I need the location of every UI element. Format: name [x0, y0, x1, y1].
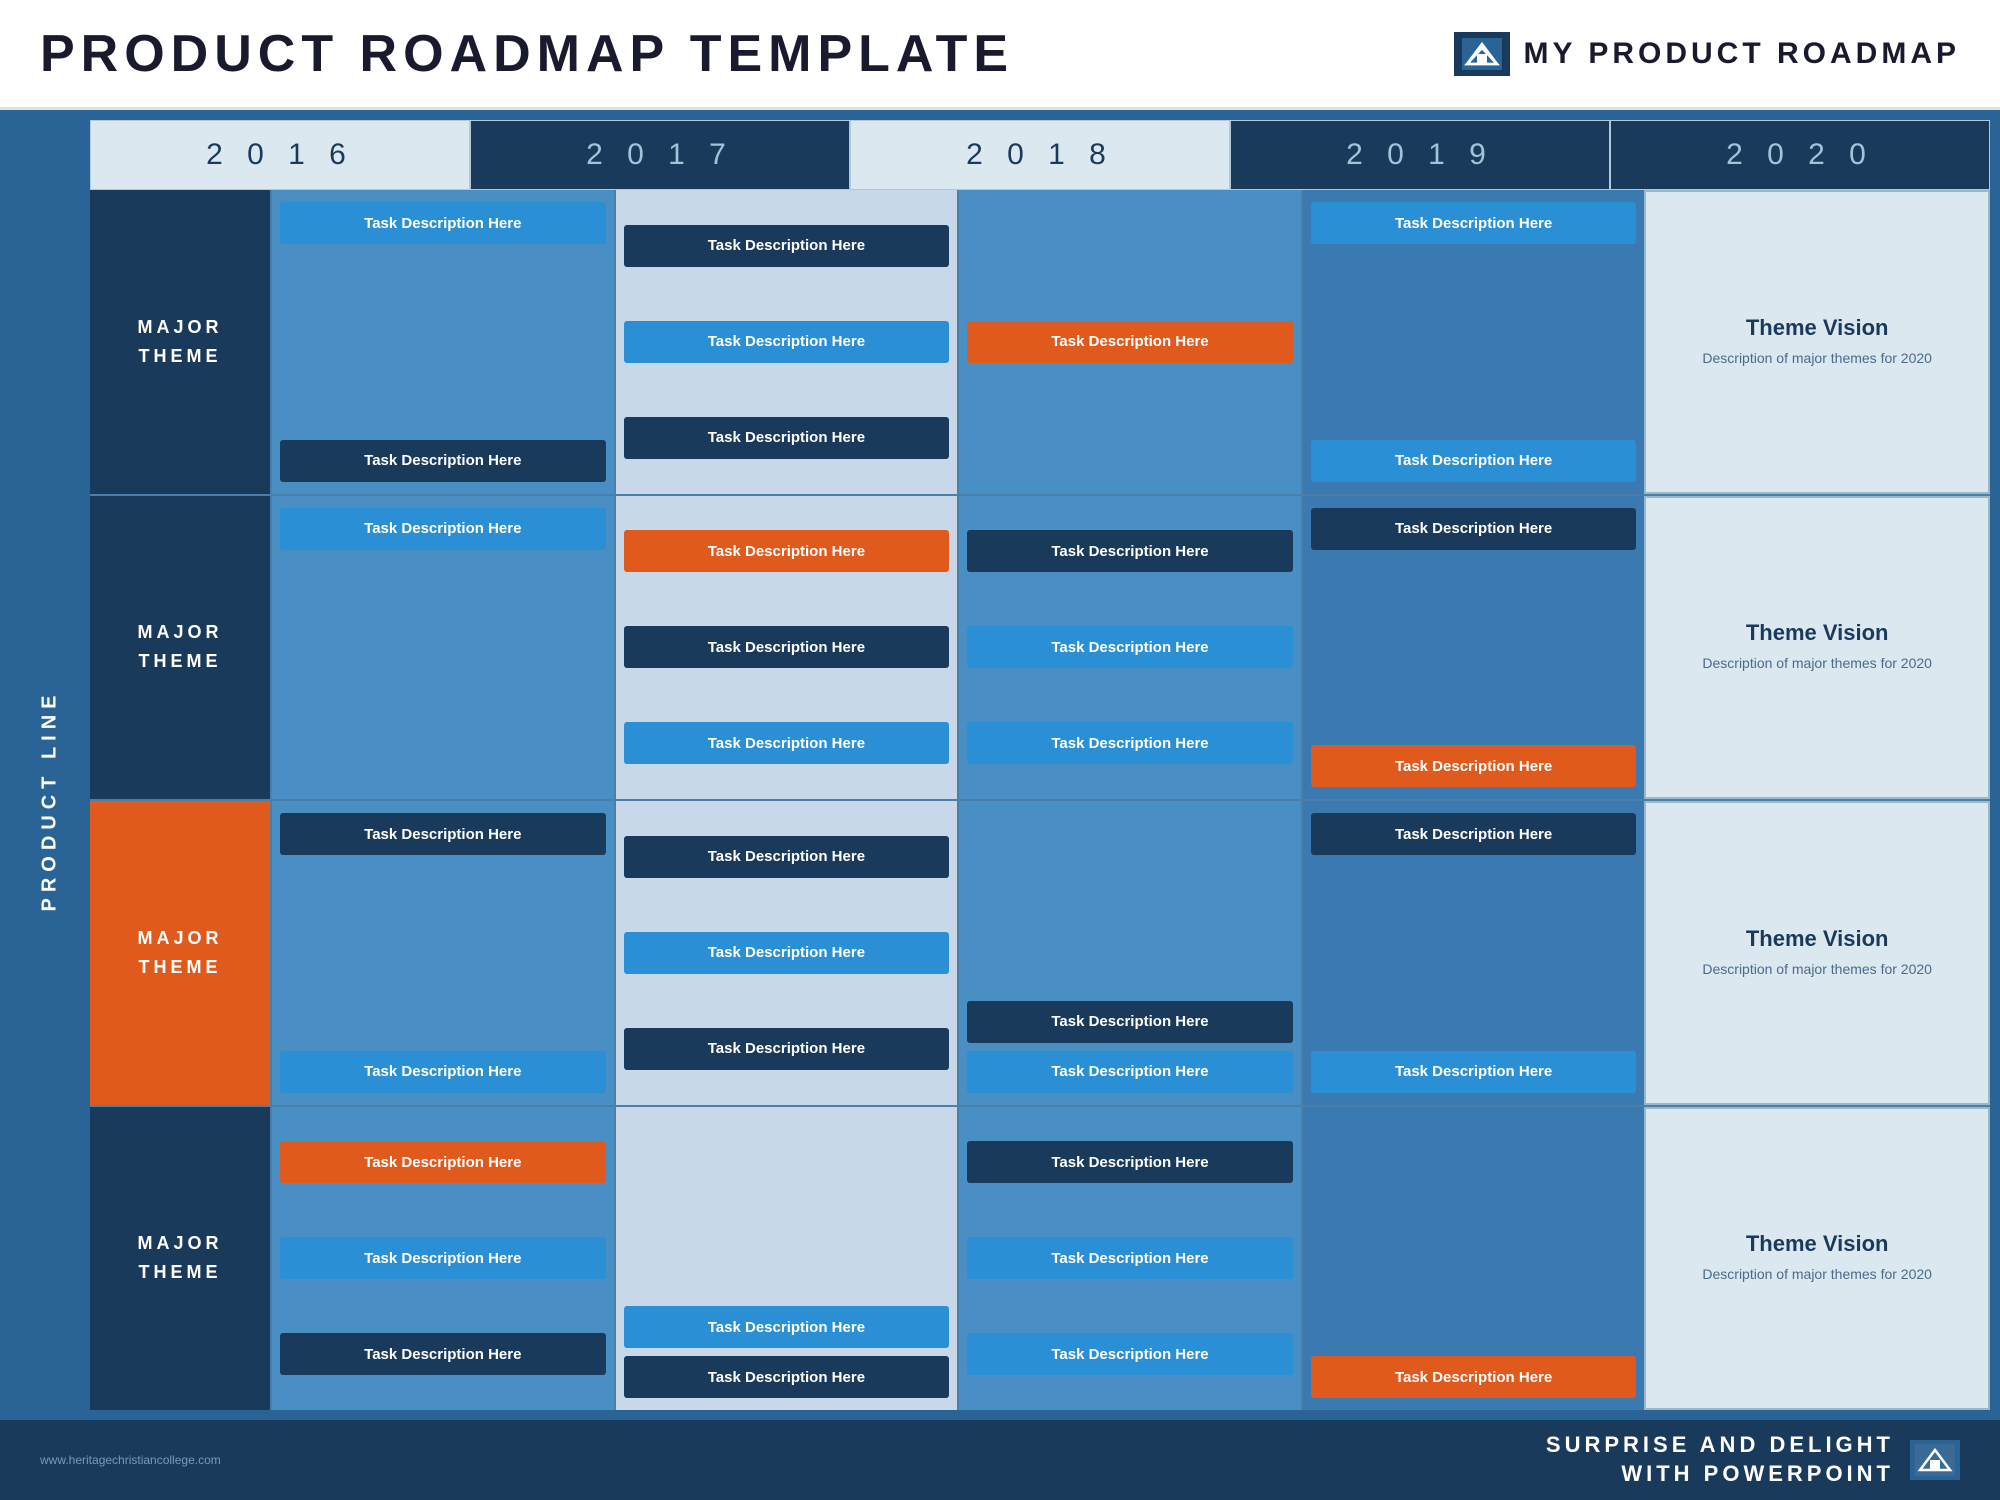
year-2020: 2 0 2 0	[1610, 120, 1990, 190]
theme-vision-desc: Description of major themes for 2020	[1702, 654, 1932, 674]
task-bar: Task Description Here	[624, 1356, 950, 1398]
cell-r3-2020: Theme Vision Description of major themes…	[1644, 801, 1990, 1105]
cell-r2-2017: Task Description Here Task Description H…	[614, 496, 958, 800]
cell-r1-2017: Task Description Here Task Description H…	[614, 190, 958, 494]
cell-r4-2016: Task Description Here Task Description H…	[270, 1107, 614, 1411]
task-bar: Task Description Here	[1311, 440, 1637, 482]
task-bar: Task Description Here	[624, 417, 950, 459]
task-bar: Task Description Here	[624, 836, 950, 878]
main-grid: MAJORTHEME Task Description Here Task De…	[90, 190, 1990, 1410]
task-bar: Task Description Here	[280, 813, 606, 855]
task-bar: Task Description Here	[967, 1333, 1293, 1375]
cell-r1-2020: Theme Vision Description of major themes…	[1644, 190, 1990, 494]
theme-label-4: MAJORTHEME	[90, 1107, 270, 1411]
task-bar: Task Description Here	[280, 1141, 606, 1183]
task-bar: Task Description Here	[280, 1051, 606, 1093]
task-bar: Task Description Here	[624, 225, 950, 267]
theme-label-1: MAJORTHEME	[90, 190, 270, 494]
task-bar: Task Description Here	[624, 1306, 950, 1348]
task-bar: Task Description Here	[280, 508, 606, 550]
task-bar: Task Description Here	[967, 722, 1293, 764]
cell-r1-2019: Task Description Here Task Description H…	[1301, 190, 1645, 494]
header-subtitle: MY PRODUCT ROADMAP	[1524, 37, 1960, 71]
theme-vision-4: Theme Vision Description of major themes…	[1692, 1221, 1942, 1295]
footer: www.heritagechristiancollege.com SURPRIS…	[0, 1420, 2000, 1500]
task-bar: Task Description Here	[1311, 508, 1637, 550]
theme-vision-title: Theme Vision	[1702, 315, 1932, 341]
cell-r2-2018: Task Description Here Task Description H…	[957, 496, 1301, 800]
logo-icon	[1454, 32, 1510, 76]
theme-vision-desc: Description of major themes for 2020	[1702, 349, 1932, 369]
task-bar: Task Description Here	[967, 1001, 1293, 1043]
theme-vision-2: Theme Vision Description of major themes…	[1692, 610, 1942, 684]
year-2017: 2 0 1 7	[470, 120, 850, 190]
task-bar: Task Description Here	[967, 1051, 1293, 1093]
cell-r4-2019: Task Description Here	[1301, 1107, 1645, 1411]
year-2016: 2 0 1 6	[90, 120, 470, 190]
task-bar: Task Description Here	[967, 626, 1293, 668]
task-bar: Task Description Here	[624, 530, 950, 572]
main-container: PRODUCT ROADMAP TEMPLATE MY PRODUCT ROAD…	[0, 0, 2000, 1500]
cell-r3-2019: Task Description Here Task Description H…	[1301, 801, 1645, 1105]
sidebar-label: PRODUCT LINE	[39, 689, 62, 911]
header-right: MY PRODUCT ROADMAP	[1454, 32, 1960, 76]
cell-r1-2018: Task Description Here	[957, 190, 1301, 494]
task-bar: Task Description Here	[1311, 813, 1637, 855]
cell-r4-2020: Theme Vision Description of major themes…	[1644, 1107, 1990, 1411]
task-bar: Task Description Here	[624, 932, 950, 974]
cell-r3-2016: Task Description Here Task Description H…	[270, 801, 614, 1105]
year-header-row: 2 0 1 6 2 0 1 7 2 0 1 8 2 0 1 9 2 0 2 0	[90, 120, 1990, 190]
task-bar: Task Description Here	[1311, 1356, 1637, 1398]
theme-vision-title: Theme Vision	[1702, 1231, 1932, 1257]
cell-r3-2017: Task Description Here Task Description H…	[614, 801, 958, 1105]
task-bar: Task Description Here	[280, 202, 606, 244]
task-bar: Task Description Here	[1311, 1051, 1637, 1093]
task-bar: Task Description Here	[967, 1237, 1293, 1279]
theme-row-2: MAJORTHEME Task Description Here Task De…	[90, 496, 1990, 802]
theme-vision-desc: Description of major themes for 2020	[1702, 1265, 1932, 1285]
task-bar: Task Description Here	[624, 1028, 950, 1070]
theme-vision-title: Theme Vision	[1702, 926, 1932, 952]
cell-r4-2018: Task Description Here Task Description H…	[957, 1107, 1301, 1411]
theme-vision-title: Theme Vision	[1702, 620, 1932, 646]
task-bar: Task Description Here	[624, 722, 950, 764]
cell-r3-2018: Task Description Here Task Description H…	[957, 801, 1301, 1105]
left-sidebar: PRODUCT LINE	[10, 190, 90, 1410]
task-bar: Task Description Here	[280, 1237, 606, 1279]
content-area: 2 0 1 6 2 0 1 7 2 0 1 8 2 0 1 9 2 0 2 0 …	[0, 110, 2000, 1420]
task-bar: Task Description Here	[967, 1141, 1293, 1183]
theme-row-4: MAJORTHEME Task Description Here Task De…	[90, 1107, 1990, 1411]
theme-vision-3: Theme Vision Description of major themes…	[1692, 916, 1942, 990]
footer-right: SURPRISE AND DELIGHT WITH POWERPOINT	[1546, 1431, 1960, 1488]
cell-r2-2020: Theme Vision Description of major themes…	[1644, 496, 1990, 800]
cell-r2-2019: Task Description Here Task Description H…	[1301, 496, 1645, 800]
theme-vision-desc: Description of major themes for 2020	[1702, 960, 1932, 980]
task-bar: Task Description Here	[280, 440, 606, 482]
theme-vision-1: Theme Vision Description of major themes…	[1692, 305, 1942, 379]
theme-label-2: MAJORTHEME	[90, 496, 270, 800]
theme-row-1: MAJORTHEME Task Description Here Task De…	[90, 190, 1990, 496]
cell-r2-2016: Task Description Here	[270, 496, 614, 800]
task-bar: Task Description Here	[624, 321, 950, 363]
year-2018: 2 0 1 8	[850, 120, 1230, 190]
footer-tagline: SURPRISE AND DELIGHT WITH POWERPOINT	[1546, 1431, 1894, 1488]
footer-website: www.heritagechristiancollege.com	[40, 1453, 221, 1467]
theme-row-3: MAJORTHEME Task Description Here Task De…	[90, 801, 1990, 1107]
theme-label-3: MAJORTHEME	[90, 801, 270, 1105]
header: PRODUCT ROADMAP TEMPLATE MY PRODUCT ROAD…	[0, 0, 2000, 110]
footer-logo-icon	[1910, 1440, 1960, 1480]
year-2019: 2 0 1 9	[1230, 120, 1610, 190]
task-bar: Task Description Here	[1311, 745, 1637, 787]
cell-r1-2016: Task Description Here Task Description H…	[270, 190, 614, 494]
grid-area: PRODUCT LINE MAJORTHEME Task Description…	[10, 190, 1990, 1410]
task-bar: Task Description Here	[967, 530, 1293, 572]
page-title: PRODUCT ROADMAP TEMPLATE	[40, 24, 1014, 84]
task-bar: Task Description Here	[280, 1333, 606, 1375]
task-bar: Task Description Here	[1311, 202, 1637, 244]
task-bar: Task Description Here	[967, 321, 1293, 363]
task-bar: Task Description Here	[624, 626, 950, 668]
cell-r4-2017: Task Description Here Task Description H…	[614, 1107, 958, 1411]
